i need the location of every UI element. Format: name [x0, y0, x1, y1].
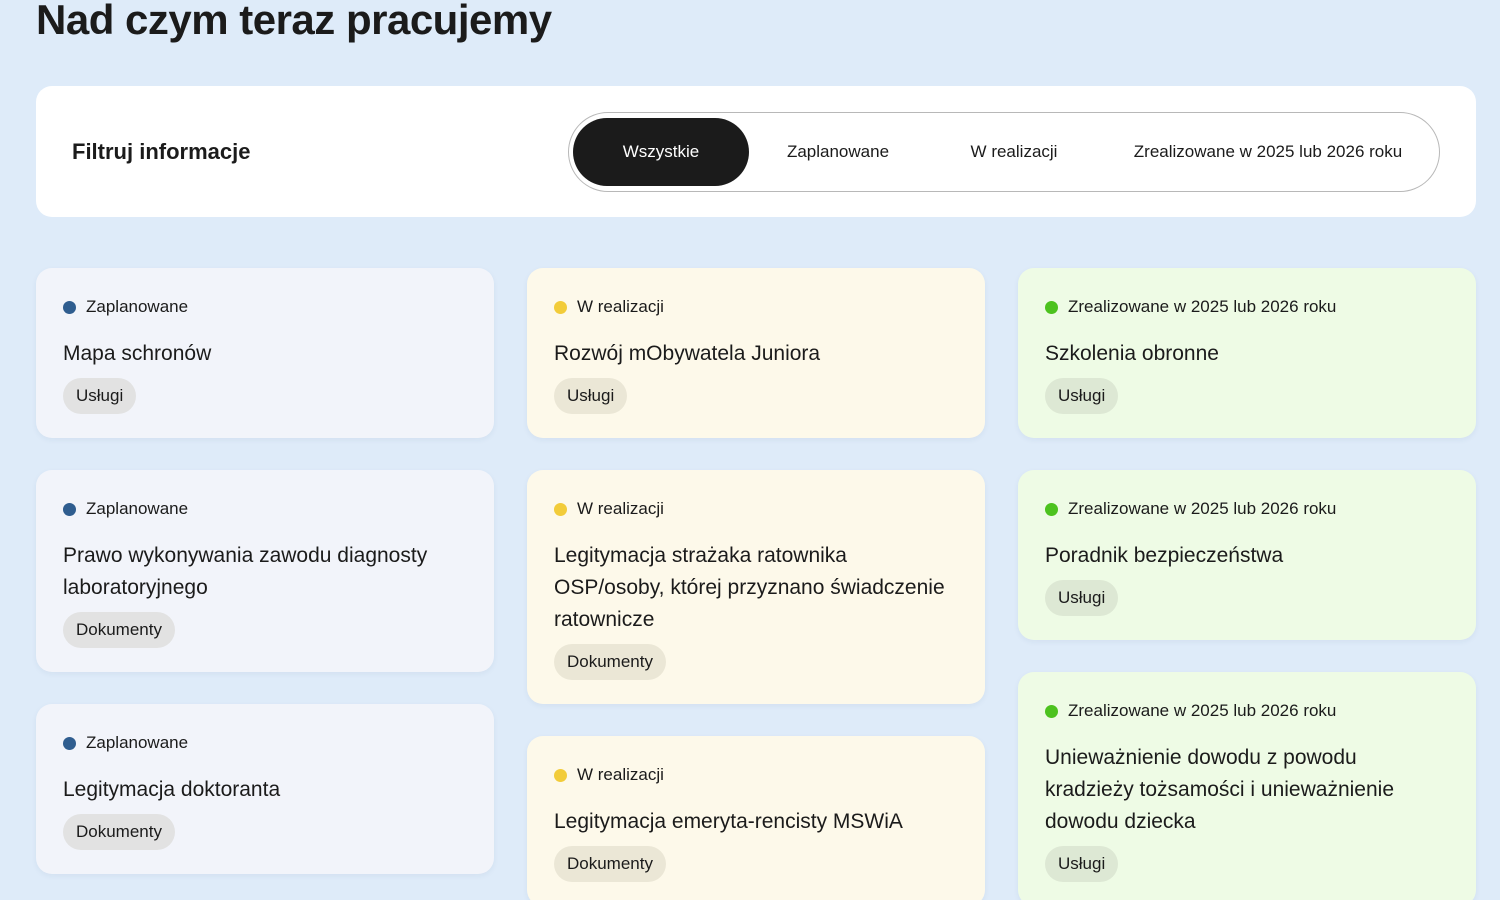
card-title: Legitymacja strażaka ratownika OSP/osoby… [554, 544, 945, 631]
status-dot-icon [554, 300, 567, 314]
category-tag: Usługi [1045, 846, 1119, 882]
status-badge: W realizacji [554, 498, 958, 520]
project-card[interactable]: Zaplanowane Mapa schronów Usługi [36, 268, 494, 438]
status-badge: W realizacji [554, 296, 958, 318]
cards-column: W realizacji Rozwój mObywatela Juniora U… [527, 268, 985, 900]
status-badge: Zaplanowane [63, 498, 467, 520]
status-badge: Zrealizowane w 2025 lub 2026 roku [1045, 700, 1449, 722]
status-label: W realizacji [577, 297, 664, 316]
category-tag: Dokumenty [63, 612, 175, 648]
card-title: Rozwój mObywatela Juniora [554, 342, 821, 365]
status-label: Zaplanowane [86, 499, 189, 518]
project-card[interactable]: W realizacji Rozwój mObywatela Juniora U… [527, 268, 985, 438]
category-tag: Usługi [63, 378, 137, 414]
filter-option-in-progress[interactable]: W realizacji [927, 118, 1101, 186]
status-label: Zaplanowane [86, 733, 189, 752]
status-label: Zrealizowane w 2025 lub 2026 roku [1068, 499, 1337, 518]
status-dot-icon [63, 300, 76, 314]
project-card[interactable]: Zaplanowane Prawo wykonywania zawodu dia… [36, 470, 494, 672]
page: Nad czym teraz pracujemy Filtruj informa… [0, 0, 1500, 900]
status-dot-icon [63, 736, 76, 750]
card-title: Mapa schronów [63, 342, 212, 365]
page-title: Nad czym teraz pracujemy [36, 0, 552, 43]
status-dot-icon [63, 502, 76, 516]
project-card[interactable]: W realizacji Legitymacja strażaka ratown… [527, 470, 985, 704]
status-label: Zrealizowane w 2025 lub 2026 roku [1068, 297, 1337, 316]
status-badge: Zrealizowane w 2025 lub 2026 roku [1045, 296, 1449, 318]
status-label: W realizacji [577, 765, 664, 784]
project-card[interactable]: W realizacji Legitymacja emeryta-rencist… [527, 736, 985, 900]
card-title: Poradnik bezpieczeństwa [1045, 544, 1284, 567]
cards-column: Zaplanowane Mapa schronów Usługi Zaplano… [36, 268, 494, 874]
status-dot-icon [1045, 704, 1058, 718]
filter-panel: Filtruj informacje Wszystkie Zaplanowane… [36, 86, 1476, 217]
cards-grid: Zaplanowane Mapa schronów Usługi Zaplano… [36, 268, 1476, 900]
status-label: Zrealizowane w 2025 lub 2026 roku [1068, 701, 1337, 720]
status-dot-icon [554, 502, 567, 516]
cards-column: Zrealizowane w 2025 lub 2026 roku Szkole… [1018, 268, 1476, 900]
category-tag: Usługi [1045, 580, 1119, 616]
category-tag: Usługi [554, 378, 628, 414]
status-badge: Zaplanowane [63, 732, 467, 754]
status-dot-icon [1045, 502, 1058, 516]
card-title: Legitymacja emeryta-rencisty MSWiA [554, 810, 903, 833]
project-card[interactable]: Zrealizowane w 2025 lub 2026 roku Szkole… [1018, 268, 1476, 438]
card-title: Prawo wykonywania zawodu diagnosty labor… [63, 544, 428, 599]
category-tag: Usługi [1045, 378, 1119, 414]
category-tag: Dokumenty [554, 644, 666, 680]
card-title: Unieważnienie dowodu z powodu kradzieży … [1045, 746, 1394, 833]
card-title: Szkolenia obronne [1045, 342, 1219, 365]
filter-segmented-control: Wszystkie Zaplanowane W realizacji Zreal… [568, 112, 1440, 192]
category-tag: Dokumenty [63, 814, 175, 850]
status-dot-icon [554, 768, 567, 782]
card-title: Legitymacja doktoranta [63, 778, 281, 801]
status-badge: W realizacji [554, 764, 958, 786]
filter-option-planned[interactable]: Zaplanowane [749, 118, 927, 186]
project-card[interactable]: Zrealizowane w 2025 lub 2026 roku Poradn… [1018, 470, 1476, 640]
filter-label: Filtruj informacje [72, 139, 251, 164]
category-tag: Dokumenty [554, 846, 666, 882]
status-label: Zaplanowane [86, 297, 189, 316]
filter-option-completed[interactable]: Zrealizowane w 2025 lub 2026 roku [1101, 118, 1435, 186]
filter-option-all[interactable]: Wszystkie [573, 118, 749, 186]
status-label: W realizacji [577, 499, 664, 518]
status-dot-icon [1045, 300, 1058, 314]
project-card[interactable]: Zaplanowane Legitymacja doktoranta Dokum… [36, 704, 494, 874]
status-badge: Zrealizowane w 2025 lub 2026 roku [1045, 498, 1449, 520]
status-badge: Zaplanowane [63, 296, 467, 318]
project-card[interactable]: Zrealizowane w 2025 lub 2026 roku Uniewa… [1018, 672, 1476, 900]
